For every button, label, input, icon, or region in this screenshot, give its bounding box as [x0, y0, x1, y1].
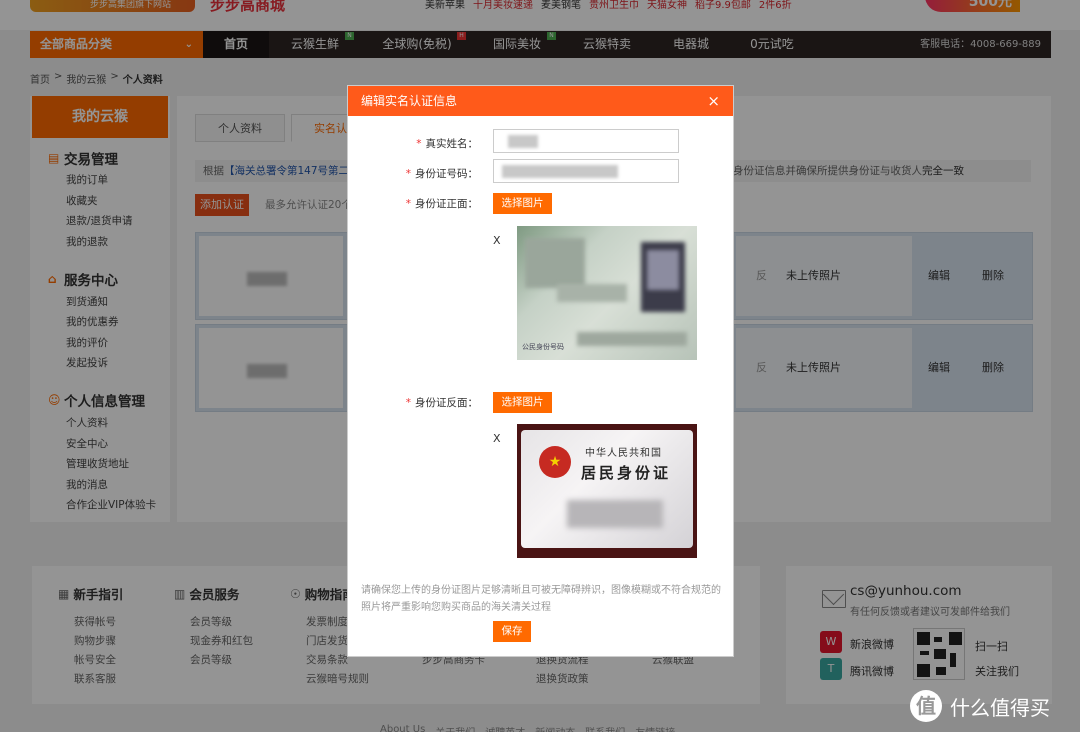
watermark: 值什么值得买 [910, 686, 1070, 726]
card-title: 居民身份证 [581, 464, 672, 482]
id-label-text: 身份证号码： [415, 168, 478, 180]
redacted-info [567, 500, 663, 528]
real-name-input[interactable] [493, 129, 679, 153]
remove-front-image-icon[interactable]: X [493, 234, 501, 247]
save-button[interactable]: 保存 [493, 621, 531, 642]
national-emblem-icon: ★ [539, 446, 571, 478]
id-card: ★ 中华人民共和国 居民身份证 [521, 430, 693, 548]
front-label-text: 身份证正面： [415, 198, 478, 210]
required-mark: * [405, 397, 411, 409]
back-label-text: 身份证反面： [415, 397, 478, 409]
required-mark: * [405, 168, 411, 180]
real-name-modal: 编辑实名认证信息 × * 真实姓名： * 身份证号码： * 身份证正面： 选择图片 X… [348, 86, 733, 656]
required-mark: * [405, 198, 411, 210]
name-label-text: 真实姓名： [425, 138, 479, 150]
redacted-value [508, 135, 538, 148]
front-label: * 身份证正面： [348, 196, 478, 211]
choose-back-image-button[interactable]: 选择图片 [493, 392, 552, 413]
country-name: 中华人民共和国 [585, 448, 662, 459]
name-label: * 真实姓名： [348, 136, 478, 151]
required-mark: * [416, 138, 422, 150]
modal-header: 编辑实名认证信息 × [348, 86, 733, 116]
redacted-value [502, 165, 618, 178]
id-back-image: ★ 中华人民共和国 居民身份证 [517, 424, 697, 558]
id-front-image: 公民身份号码 [517, 226, 697, 360]
id-label: * 身份证号码： [348, 166, 478, 181]
modal-title: 编辑实名认证信息 [361, 94, 458, 108]
watermark-text: 什么值得买 [950, 695, 1050, 720]
id-number-caption: 公民身份号码 [522, 343, 564, 351]
watermark-logo: 值 [910, 690, 942, 722]
choose-front-image-button[interactable]: 选择图片 [493, 193, 552, 214]
back-label: * 身份证反面： [348, 395, 478, 410]
id-number-input[interactable] [493, 159, 679, 183]
close-icon[interactable]: × [707, 86, 720, 116]
remove-back-image-icon[interactable]: X [493, 432, 501, 445]
upload-tip: 请确保您上传的身份证图片足够清晰且可被无障碍辨识，图像模糊或不符合规范的照片将严… [361, 585, 721, 613]
